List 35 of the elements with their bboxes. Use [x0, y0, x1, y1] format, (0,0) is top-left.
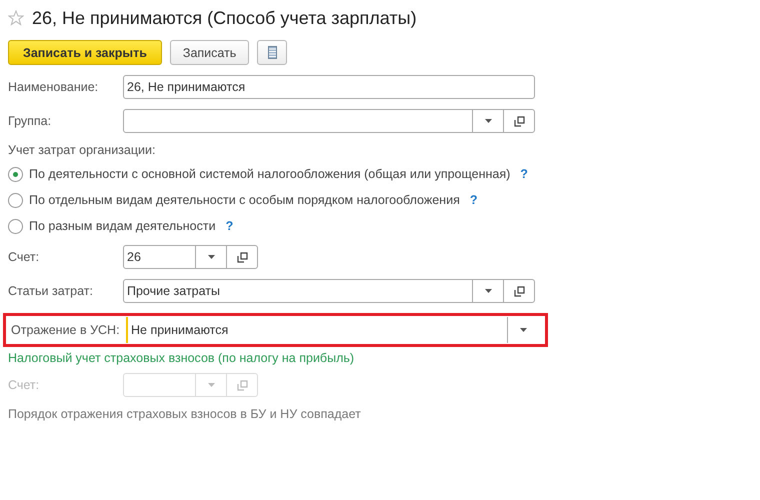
radio-label[interactable]: По деятельности с основной системой налогообложения (общая или упрощенная)	[29, 167, 510, 181]
radio-label[interactable]: По разным видам деятельности	[29, 219, 216, 233]
field-label: Счет:	[8, 250, 40, 264]
radio-button[interactable]	[8, 218, 23, 234]
dropdown-arrow-icon[interactable]	[484, 119, 492, 123]
section-title: Налоговый учет страховых взносов (по налогу на прибыль)	[8, 351, 356, 365]
help-link[interactable]: ?	[520, 167, 528, 181]
radio-button[interactable]	[8, 166, 23, 182]
input-field[interactable]: 26, Не принимаются	[123, 75, 535, 99]
note-text: Порядок отражения страховых взносов в БУ и НУ совпадает	[8, 407, 362, 421]
open-icon[interactable]	[236, 252, 248, 262]
field-label: Наименование:	[8, 80, 100, 94]
save-button[interactable]: Записать	[170, 40, 250, 65]
field-label: Группа:	[8, 114, 52, 128]
window-title: 26, Не принимаются (Способ учета зарплаты)	[32, 8, 417, 28]
help-link[interactable]: ?	[470, 193, 478, 207]
radio-button[interactable]	[8, 192, 23, 208]
field-label: Отражение в УСН:	[11, 323, 121, 337]
dropdown-arrow-icon[interactable]	[520, 328, 526, 332]
help-link[interactable]: ?	[226, 219, 234, 233]
radio-label[interactable]: По отдельным видам деятельности с особым порядком налогообложения	[29, 193, 460, 207]
dropdown-arrow-icon[interactable]	[208, 255, 214, 259]
input-field[interactable]: 26	[123, 245, 258, 269]
field-label: Статьи затрат:	[8, 284, 94, 298]
field-label: Счет:	[8, 378, 40, 392]
input-field[interactable]	[123, 109, 535, 133]
open-icon[interactable]	[514, 286, 524, 296]
save-and-close-button[interactable]: Записать и закрыть	[8, 40, 162, 65]
open-icon[interactable]	[514, 116, 524, 126]
list-icon	[268, 46, 277, 59]
more-button[interactable]	[257, 40, 288, 65]
group-caption: Учет затрат организации:	[8, 143, 156, 157]
star-icon[interactable]	[8, 10, 24, 26]
dropdown-arrow-icon[interactable]	[484, 289, 492, 293]
input-field[interactable]: Прочие затраты	[123, 279, 535, 303]
